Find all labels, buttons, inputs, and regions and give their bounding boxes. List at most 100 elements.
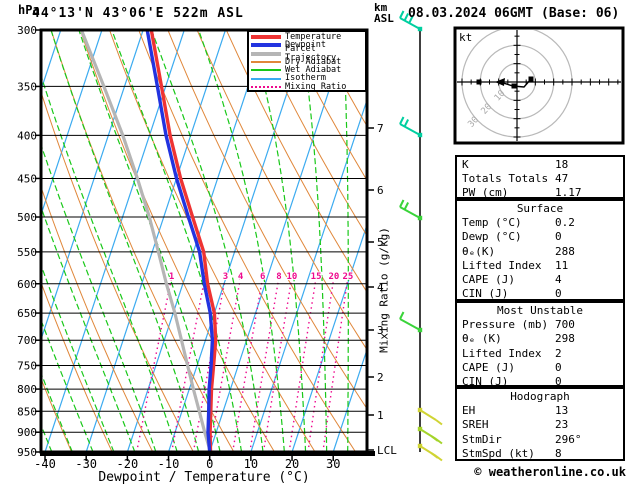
temp-tick-label: 20: [285, 457, 299, 471]
mixing-ratio-label: 3: [223, 272, 228, 282]
row-label: Pressure (mb): [462, 318, 549, 332]
table-row: CAPE (J) 4: [457, 273, 623, 287]
hodograph-unit-label: kt: [459, 31, 473, 44]
table-row: K 18: [457, 158, 623, 172]
table-title: Hodograph: [510, 390, 570, 403]
pressure-tick-label: 850: [17, 405, 37, 418]
row-value: 4: [555, 272, 562, 286]
station-title: 44°13'N 43°06'E 522m ASL: [32, 6, 244, 21]
row-label: PW (cm): [462, 186, 509, 200]
row-label: StmDir: [462, 432, 502, 446]
row-label: EH: [462, 404, 476, 418]
legend-row: Mixing Ratio: [251, 83, 365, 91]
km-tick-label: 6: [377, 184, 384, 197]
km-tick-label: 1: [377, 409, 384, 422]
wind-barb-feather: [403, 119, 409, 127]
table-row: StmSpd (kt) 8: [457, 447, 623, 461]
table-row: Dewp (°C) 0: [457, 230, 623, 244]
table-row: θₑ (K) 298: [457, 332, 623, 346]
pressure-tick-label: 800: [17, 383, 37, 396]
table-row: Totals Totals 47: [457, 172, 623, 186]
wind-barb-feather: [403, 202, 409, 210]
pressure-tick-label: 350: [17, 80, 37, 93]
pressure-tick-label: 550: [17, 246, 37, 259]
legend-line-sample: [251, 43, 281, 48]
row-label: K: [462, 158, 469, 171]
sounding-app: { "header": { "pressure_unit": "hPa", "t…: [0, 0, 629, 486]
wind-barb-feather: [399, 311, 405, 320]
table-row: Lifted Index 11: [457, 259, 623, 273]
row-value: 2: [555, 346, 562, 360]
altitude-axis-unit: km ASL: [374, 1, 394, 25]
row-label: CIN (J): [462, 287, 509, 301]
row-label: Totals Totals: [462, 172, 549, 186]
mixing-ratio-label: 6: [260, 272, 265, 282]
legend-line-sample: [251, 51, 281, 56]
lcl-label: LCL: [377, 444, 397, 457]
row-value: 0.2: [555, 216, 575, 230]
hodograph-table: Hodograph EH 13 SREH 23 StmDir 296° StmSpd (kt)…: [455, 387, 625, 461]
wind-barb-feather: [399, 10, 405, 19]
legend: Temperature Dewpoint Parcel Trajectory Dry …: [247, 30, 367, 92]
wind-barb: [417, 443, 443, 462]
mixing-ratio-line: [231, 277, 264, 452]
km-tick-label: 2: [377, 371, 384, 384]
temp-tick-label: -40: [34, 457, 56, 471]
wind-barb-feather: [399, 199, 405, 208]
run-datetime-title: 08.03.2024 06GMT (Base: 06): [408, 6, 620, 21]
copyright-text: © weatheronline.co.uk: [474, 465, 626, 479]
temp-tick-label: -20: [117, 457, 139, 471]
wind-barb: [399, 199, 423, 221]
km-tick-label: 7: [377, 122, 384, 135]
temperature-axis-title: Dewpoint / Temperature (°C): [98, 470, 310, 485]
legend-line-sample: [251, 35, 281, 40]
wind-barb: [399, 116, 423, 138]
row-value: 700: [555, 318, 575, 332]
pressure-tick-label: 300: [17, 24, 37, 37]
wind-barb-staff: [399, 123, 421, 136]
wet-adiabat-line: [0, 30, 11, 452]
wind-barb: [417, 426, 443, 445]
table-row: θₑ(K) 288: [457, 245, 623, 259]
temp-tick-label: -30: [75, 457, 97, 471]
wind-barb-feather: [399, 116, 405, 125]
legend-line-sample: [251, 61, 281, 64]
table-title: Surface: [516, 202, 564, 215]
row-value: 11: [555, 258, 569, 272]
row-value: 8: [555, 446, 562, 460]
mixing-ratio-label: 25: [343, 272, 354, 282]
mixing-ratio-label: 20: [328, 272, 339, 282]
hodograph-ring-label: 20: [480, 102, 495, 117]
wind-barb-staff: [399, 318, 421, 331]
row-value: 296°: [555, 432, 582, 446]
legend-label: Mixing Ratio: [285, 81, 347, 92]
pressure-tick-label: 600: [17, 278, 37, 291]
table-row: SREH 23: [457, 418, 623, 432]
pressure-tick-label: 400: [17, 129, 37, 142]
pressure-tick-label: 750: [17, 359, 37, 372]
surface-table: Surface Temp (°C) 0.2 Dewp (°C) 0 θₑ(K) 288 Lif…: [455, 199, 625, 301]
row-value: 0: [555, 360, 562, 374]
row-label: CAPE (J): [462, 272, 515, 286]
hodograph-trace-marker: [528, 76, 534, 82]
mixing-ratio-label: 4: [238, 272, 244, 282]
row-value: 13: [555, 404, 569, 418]
row-label: Dewp (°C): [462, 230, 522, 244]
row-label: Temp (°C): [462, 216, 522, 230]
mixing-ratio-label: 10: [286, 272, 297, 282]
wind-barb: [417, 407, 443, 426]
pressure-tick-label: 450: [17, 172, 37, 185]
pressure-tick-label: 900: [17, 426, 37, 439]
mixing-ratio-axis-title: Mixing Ratio (g/kg): [377, 227, 391, 353]
table-row: EH 13: [457, 404, 623, 418]
indices-table: K 18 Totals Totals 47 PW (cm) 1.17: [455, 155, 625, 199]
legend-line-sample: [251, 77, 281, 80]
hodograph-trace-arrow: [495, 78, 505, 86]
temp-tick-label: 10: [244, 457, 258, 471]
wind-barb-staff: [399, 206, 421, 219]
row-value: 18: [555, 158, 569, 171]
table-row: CIN (J) 0: [457, 287, 623, 301]
row-label: Lifted Index: [462, 346, 542, 360]
hodograph-plot: 102030: [457, 30, 621, 141]
row-label: SREH: [462, 418, 489, 432]
